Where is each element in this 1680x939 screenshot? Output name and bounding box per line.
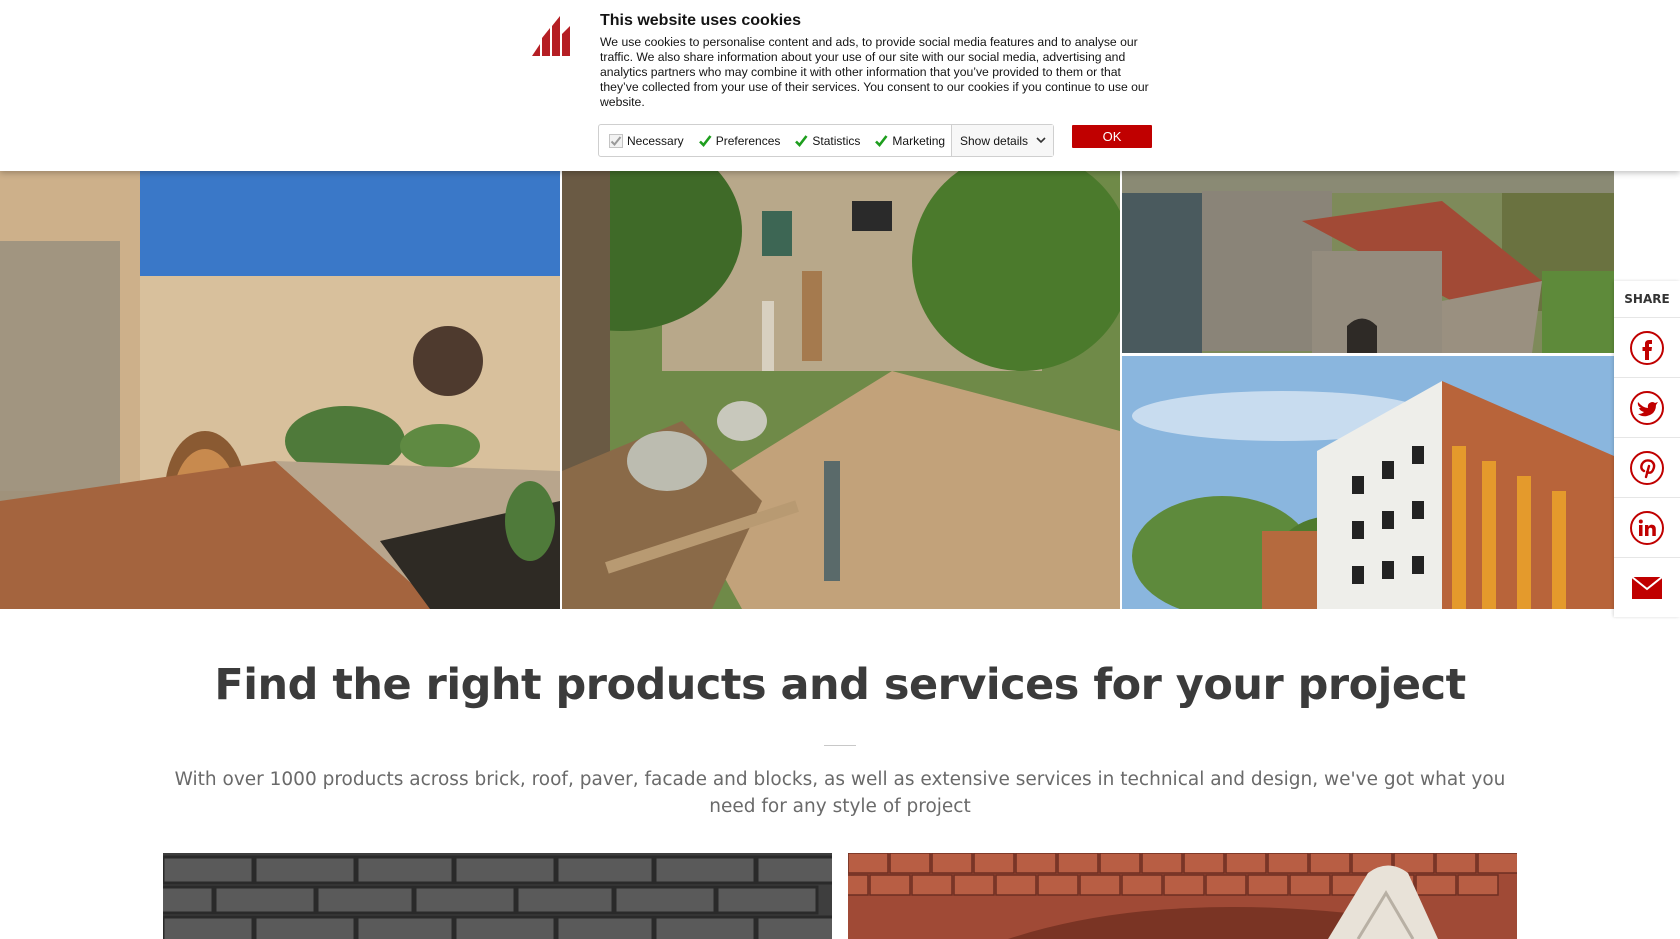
marketing-checkbox[interactable]: Marketing xyxy=(874,134,945,148)
castle-photo xyxy=(1122,171,1614,353)
show-details-button[interactable]: Show details xyxy=(951,125,1053,156)
share-label: SHARE xyxy=(1614,281,1680,318)
intro-text: With over 1000 products across brick, ro… xyxy=(174,769,1506,817)
facebook-icon xyxy=(1630,330,1664,365)
preferences-label: Preferences xyxy=(715,133,781,148)
email-icon xyxy=(1631,575,1663,599)
apartment-building-photo xyxy=(1122,356,1614,609)
marketing-label: Marketing xyxy=(892,133,946,148)
chevron-down-icon xyxy=(1036,137,1046,144)
statistics-label: Statistics xyxy=(812,133,861,148)
share-facebook-button[interactable] xyxy=(1614,318,1680,378)
share-sidebar: SHARE xyxy=(1614,281,1680,617)
preferences-checkbox[interactable]: Preferences xyxy=(698,133,781,148)
statistics-checkbox[interactable]: Statistics xyxy=(794,134,860,148)
title-divider xyxy=(824,745,856,746)
ok-button[interactable]: OK xyxy=(1072,125,1152,148)
brick-card[interactable] xyxy=(163,853,832,939)
share-email-button[interactable] xyxy=(1614,558,1680,617)
share-twitter-button[interactable] xyxy=(1614,378,1680,438)
necessary-checkbox[interactable]: Necessary xyxy=(609,133,684,148)
check-icon xyxy=(875,134,888,147)
company-logo-icon xyxy=(532,16,570,56)
cookie-banner: This website uses cookies We use cookies… xyxy=(0,0,1680,171)
garden-photo xyxy=(562,171,1120,609)
cookie-consent-controls: Necessary Preferences Statistics Marketi… xyxy=(598,124,1054,157)
check-icon xyxy=(795,134,808,147)
page-title: Find the right products and services for… xyxy=(214,660,1466,710)
cookie-description: We use cookies to personalise content an… xyxy=(600,35,1149,109)
check-icon xyxy=(698,134,712,147)
twitter-icon xyxy=(1630,390,1664,425)
pinterest-icon xyxy=(1630,450,1664,485)
cookie-title: This website uses cookies xyxy=(600,12,801,29)
linkedin-icon xyxy=(1630,510,1664,545)
share-pinterest-button[interactable] xyxy=(1614,438,1680,498)
show-details-label: Show details xyxy=(960,133,1029,148)
roof-tile-card[interactable] xyxy=(848,853,1517,939)
hero-gallery xyxy=(0,171,1680,609)
necessary-label: Necessary xyxy=(627,133,684,148)
check-icon xyxy=(609,133,623,148)
courtyard-photo xyxy=(0,171,560,609)
share-linkedin-button[interactable] xyxy=(1614,498,1680,558)
